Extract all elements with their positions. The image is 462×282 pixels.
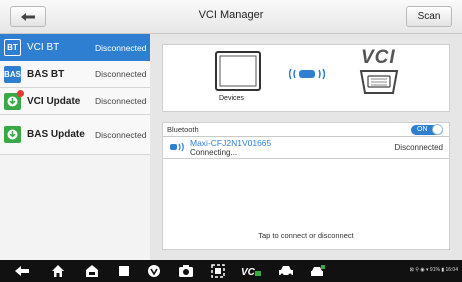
sidebar-item-label: BAS Update <box>27 129 85 140</box>
tablet-device-icon <box>215 51 261 91</box>
update-icon <box>4 89 24 110</box>
sidebar-item-label: BAS BT <box>27 68 65 80</box>
screenshot-icon[interactable] <box>210 263 226 279</box>
bluetooth-title: Bluetooth <box>167 125 199 134</box>
sidebar-item-status: Disconnected <box>95 42 147 53</box>
devices-label: Devices <box>219 95 244 102</box>
sidebar-item-bas-bt[interactable]: BAS BAS BT Disconnected <box>0 61 150 88</box>
car-repair-icon[interactable] <box>310 263 326 279</box>
camera-icon[interactable] <box>178 263 194 279</box>
sidebar-item-status: Disconnected <box>95 96 147 106</box>
vci-status-icon[interactable]: VC <box>240 263 262 279</box>
main-content: Devices VCI Bluetooth ON Maxi-CFJ2N1V016… <box>150 34 462 260</box>
update-icon <box>4 126 21 143</box>
svg-text:VC: VC <box>241 267 256 277</box>
devices-panel: Devices VCI <box>162 44 450 112</box>
home-nav-icon[interactable] <box>50 263 66 279</box>
sidebar-item-status: Disconnected <box>95 69 147 79</box>
toggle-knob <box>432 124 443 135</box>
bluetooth-header: Bluetooth ON <box>163 123 449 137</box>
bluetooth-device-substatus: Connecting... <box>190 148 238 157</box>
car-icon[interactable] <box>278 263 294 279</box>
sidebar-item-label: VCI BT <box>27 42 60 53</box>
sidebar-item-status: Disconnected <box>95 129 147 140</box>
back-nav-icon[interactable] <box>14 263 30 279</box>
house-nav-icon[interactable] <box>84 263 100 279</box>
bluetooth-panel: Bluetooth ON Maxi-CFJ2N1V01665 Connectin… <box>162 122 450 250</box>
bluetooth-signal-icon <box>289 68 325 80</box>
bt-icon: BT <box>4 39 21 56</box>
bas-icon: BAS <box>4 65 21 83</box>
toggle-label: ON <box>417 126 428 133</box>
bluetooth-device-icon <box>170 142 184 152</box>
vci-shield-icon[interactable] <box>146 263 162 279</box>
recent-apps-icon[interactable] <box>116 263 132 279</box>
scan-button[interactable]: Scan <box>406 6 452 27</box>
system-status: ⊠ ⚲ ◉ ▾ 91% ▮ 16:04 <box>409 267 458 273</box>
sidebar-item-label: VCI Update <box>27 95 81 107</box>
bluetooth-device-name: Maxi-CFJ2N1V01665 <box>190 138 272 148</box>
page-title: VCI Manager <box>198 9 264 21</box>
notification-badge <box>17 89 24 97</box>
vci-connector-icon <box>359 70 399 94</box>
sidebar-item-bas-update[interactable]: BAS Update Disconnected <box>0 115 150 155</box>
hint-text: Tap to connect or disconnect <box>258 231 354 240</box>
top-bar: VCI Manager Scan <box>0 0 462 34</box>
sidebar-item-vci-bt[interactable]: BT VCI BT Disconnected <box>0 34 150 61</box>
bluetooth-device-row[interactable]: Maxi-CFJ2N1V01665 Connecting... Disconne… <box>163 137 449 159</box>
vci-logo-text: VCI <box>361 47 396 68</box>
sidebar-item-vci-update[interactable]: VCI Update Disconnected <box>0 88 150 115</box>
bluetooth-device-status: Disconnected <box>394 143 443 152</box>
bottom-nav-bar: VC ⊠ ⚲ ◉ ▾ 91% ▮ 16:04 <box>0 260 462 282</box>
sidebar: BT VCI BT Disconnected BAS BAS BT Discon… <box>0 34 150 260</box>
bluetooth-toggle[interactable]: ON <box>411 124 443 135</box>
